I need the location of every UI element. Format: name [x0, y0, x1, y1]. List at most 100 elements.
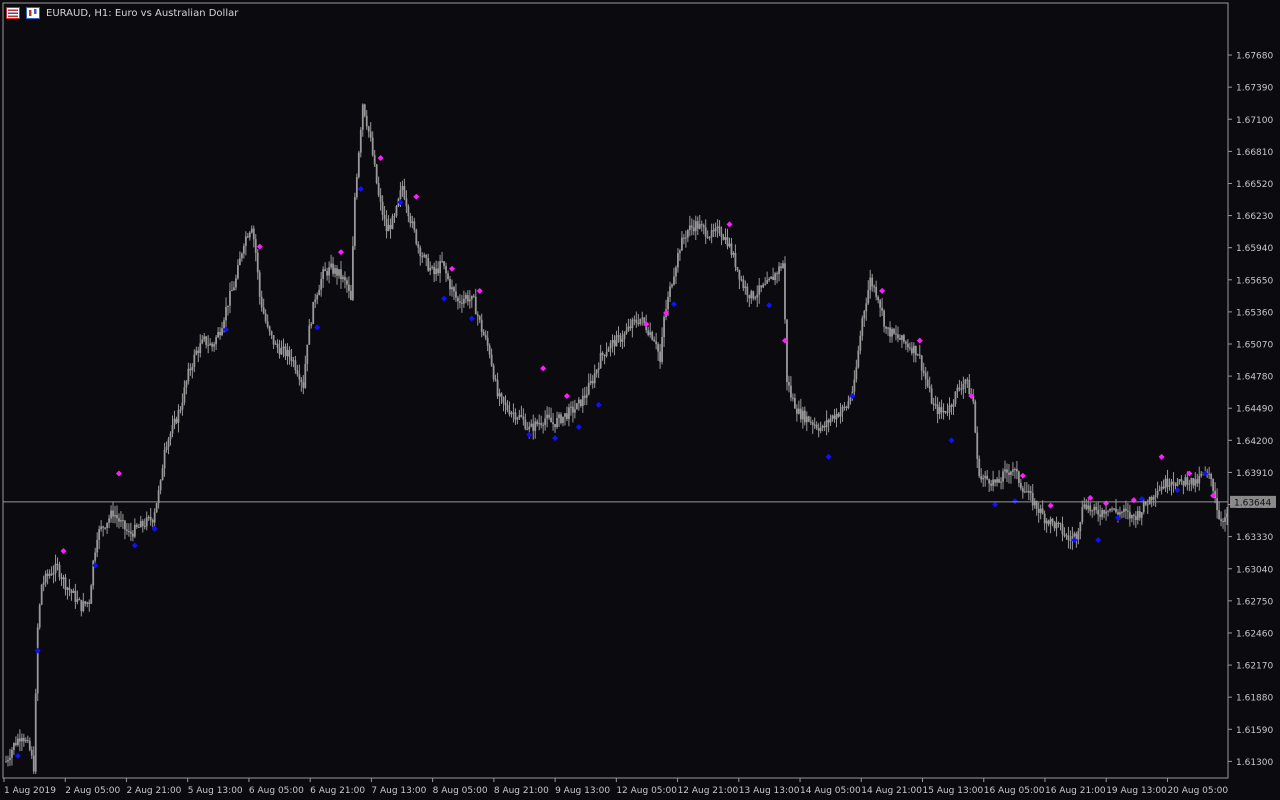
candle-body — [96, 539, 99, 553]
candle-body — [276, 343, 279, 348]
candle-body — [272, 335, 275, 345]
candle-body — [647, 330, 650, 335]
candle-body — [421, 256, 424, 258]
candle-body — [1051, 518, 1054, 522]
candle-body — [48, 573, 51, 576]
candle-body — [952, 403, 955, 407]
x-tick-label: 8 Aug 21:00 — [494, 786, 549, 796]
candle-body — [381, 201, 384, 215]
y-tick-label: 1.67680 — [1236, 52, 1273, 62]
candle-body — [805, 416, 808, 423]
candle-body — [1126, 510, 1129, 512]
candle-body — [50, 573, 53, 575]
candle-body — [201, 339, 204, 344]
candle-body — [405, 198, 408, 207]
candle-body — [244, 236, 247, 246]
candle-body — [66, 587, 69, 590]
candle-body — [209, 343, 212, 346]
y-tick-label: 1.65070 — [1236, 341, 1273, 351]
candle-body — [1002, 471, 1004, 482]
candle-body — [199, 343, 202, 353]
candle-body — [1047, 520, 1050, 525]
candle-body — [611, 340, 614, 343]
candle-body — [1166, 478, 1169, 487]
candle-body — [135, 524, 138, 527]
candle-body — [213, 344, 216, 347]
candle-body — [363, 104, 366, 116]
candle-body — [694, 221, 697, 232]
candle-body — [710, 230, 713, 238]
candle-body — [974, 401, 977, 433]
candle-body — [68, 587, 71, 591]
candle-body — [351, 246, 354, 300]
candle-body — [883, 310, 885, 327]
candle-body — [231, 290, 233, 292]
candle-body — [42, 582, 45, 585]
candle-body — [455, 291, 457, 298]
candle-body — [417, 243, 420, 248]
candle-body — [809, 421, 812, 423]
candle-body — [1168, 485, 1171, 487]
candle-body — [526, 428, 529, 430]
candle-body — [793, 398, 796, 409]
candle-body — [1184, 477, 1187, 486]
candle-body — [613, 340, 616, 347]
candle-body — [464, 295, 467, 299]
candle-body — [1006, 469, 1008, 473]
candle-body — [476, 314, 479, 317]
candle-body — [407, 206, 410, 217]
fractal-up-marker — [115, 470, 122, 477]
candle-body — [738, 269, 741, 280]
candle-body — [326, 271, 329, 276]
candle-body — [72, 590, 75, 593]
candle-body — [457, 297, 459, 302]
chart-list-icon[interactable] — [6, 7, 20, 19]
candle-body — [24, 740, 27, 742]
fractal-down-marker — [552, 435, 559, 442]
candle-body — [1079, 521, 1082, 532]
candle-body — [922, 370, 925, 373]
candle-body — [637, 322, 640, 324]
candle-body — [349, 290, 352, 300]
candle-body — [492, 365, 495, 380]
x-tick-label: 16 Aug 05:00 — [984, 786, 1045, 796]
candle-body — [1117, 512, 1119, 515]
candle-body — [801, 410, 804, 420]
candle-body — [916, 354, 919, 356]
candle-body — [744, 286, 747, 289]
candle-body — [46, 573, 49, 576]
candle-body — [558, 414, 560, 418]
candle-body — [449, 279, 451, 290]
candle-body — [797, 408, 800, 414]
candle-body — [627, 326, 630, 331]
candle-body — [1037, 508, 1040, 513]
candle-body — [760, 285, 763, 288]
candle-body — [233, 287, 235, 291]
candle-body — [524, 419, 527, 429]
candle-body — [990, 483, 993, 486]
candle-body — [207, 344, 210, 346]
candle-body — [815, 424, 818, 429]
candle-body — [173, 418, 176, 425]
chart-title-bar: EURAUD, H1: Euro vs Australian Dollar — [6, 5, 238, 21]
candle-body — [609, 342, 612, 349]
candle-body — [330, 263, 332, 268]
candle-body — [1226, 513, 1228, 518]
candle-body — [750, 291, 753, 299]
candle-body — [651, 332, 654, 340]
candle-body — [110, 510, 112, 519]
fractal-up-marker — [879, 287, 886, 294]
candle-body — [891, 329, 893, 337]
price-chart[interactable]: 1.67680 1.67390 1.67100 1.66810 1.66520 1.662… — [0, 0, 1280, 800]
candle-body — [498, 393, 501, 397]
candle-body — [52, 572, 55, 575]
candle-body — [409, 216, 412, 224]
candle-body — [780, 266, 782, 269]
candlestick-mode-icon[interactable] — [26, 7, 40, 19]
candle-body — [956, 387, 959, 392]
candle-body — [453, 287, 455, 292]
candle-body — [887, 327, 889, 329]
candle-body — [1128, 511, 1131, 519]
candle-body — [700, 224, 703, 226]
candle-body — [1055, 522, 1058, 529]
